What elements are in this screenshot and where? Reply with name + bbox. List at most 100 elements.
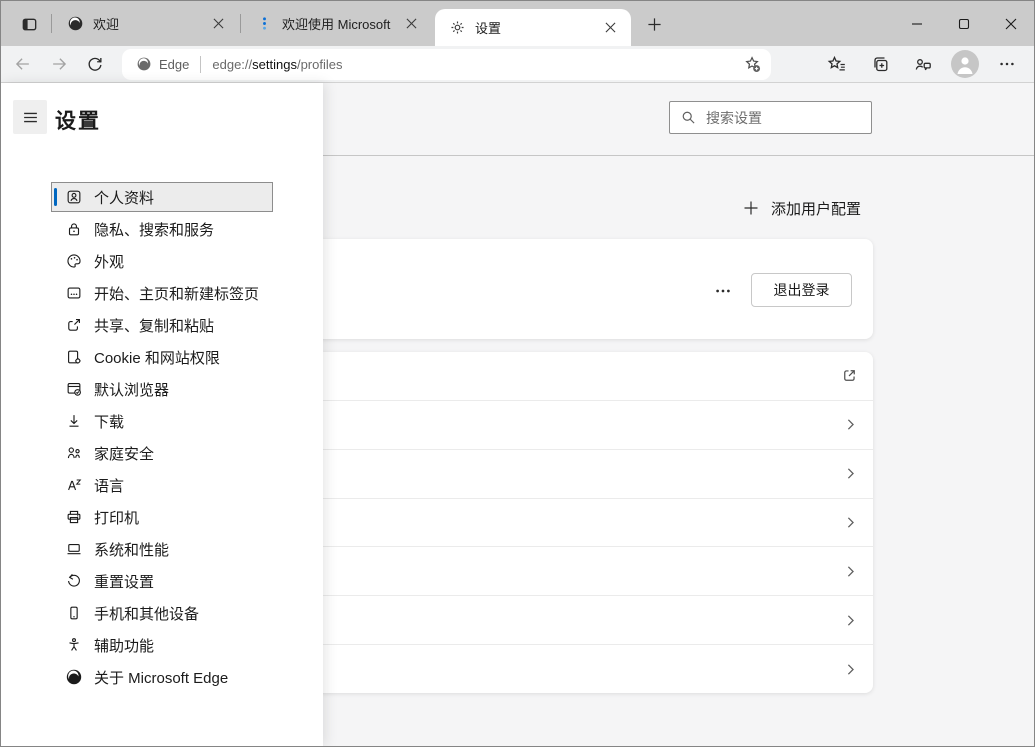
search-input[interactable] — [706, 110, 846, 126]
refresh-button[interactable] — [81, 50, 109, 78]
add-profile-button[interactable]: 添加用户配置 — [743, 193, 861, 223]
feedback-icon — [913, 54, 933, 74]
nav-item-printers[interactable]: 打印机 — [51, 502, 273, 532]
nav-item-label: Cookie 和网站权限 — [94, 347, 220, 368]
edge-logo-icon — [136, 56, 152, 72]
nav-item-label: 家庭安全 — [94, 443, 154, 464]
nav-item-label: 关于 Microsoft Edge — [94, 667, 228, 688]
nav-item-label: 共享、复制和粘贴 — [94, 315, 214, 336]
profile-avatar[interactable] — [951, 50, 979, 78]
hamburger-icon — [22, 109, 39, 126]
url-separator — [200, 56, 201, 73]
edge-logo-icon — [65, 668, 83, 686]
window-controls — [893, 1, 1034, 46]
settings-search[interactable] — [669, 101, 872, 134]
nav-item-label: 下载 — [94, 411, 124, 432]
collections-icon — [870, 54, 890, 74]
nav-item-label: 默认浏览器 — [94, 379, 169, 400]
minimize-button[interactable] — [893, 1, 940, 46]
back-button[interactable] — [9, 50, 37, 78]
accessibility-icon — [65, 636, 83, 654]
tab-settings[interactable]: 设置 — [435, 9, 631, 46]
feedback-button[interactable] — [908, 49, 938, 79]
tab-actions-button[interactable] — [13, 10, 45, 38]
tab-close-icon[interactable] — [207, 13, 229, 35]
site-badge-label: Edge — [159, 57, 189, 72]
language-icon — [65, 476, 83, 494]
tab-welcome-edge[interactable]: 欢迎使用 Microsoft Edge — [242, 1, 432, 46]
browser-window: 欢迎 欢迎使用 Microsoft Edge — [0, 0, 1035, 747]
nav-item-profiles[interactable]: 个人资料 — [51, 182, 273, 212]
close-window-button[interactable] — [987, 1, 1034, 46]
forward-icon — [50, 55, 68, 73]
start-page-icon — [65, 284, 83, 302]
list-item[interactable] — [301, 644, 873, 693]
menu-button[interactable] — [13, 100, 47, 134]
chevron-right-icon — [842, 416, 859, 433]
family-icon — [65, 444, 83, 462]
nav-item-label: 重置设置 — [94, 571, 154, 592]
nav-item-about-edge[interactable]: 关于 Microsoft Edge — [51, 662, 273, 692]
nav-item-family-safety[interactable]: 家庭安全 — [51, 438, 273, 468]
nav-item-label: 外观 — [94, 251, 124, 272]
list-item[interactable] — [301, 352, 873, 400]
nav-item-accessibility[interactable]: 辅助功能 — [51, 630, 273, 660]
tab-close-icon[interactable] — [400, 13, 422, 35]
gear-icon — [449, 19, 466, 36]
profile-more-button[interactable] — [705, 277, 741, 305]
more-menu-button[interactable] — [992, 49, 1022, 79]
nav-item-default-browser[interactable]: 默认浏览器 — [51, 374, 273, 404]
tab-title: 设置 — [475, 18, 591, 37]
nav-item-downloads[interactable]: 下载 — [51, 406, 273, 436]
search-icon — [680, 109, 697, 126]
list-item[interactable] — [301, 400, 873, 449]
favorites-button[interactable] — [822, 49, 852, 79]
star-add-icon — [743, 55, 762, 74]
nav-item-cookies-permissions[interactable]: Cookie 和网站权限 — [51, 342, 273, 372]
blue-dots-favicon — [256, 15, 273, 32]
add-profile-label: 添加用户配置 — [771, 198, 861, 219]
tab-separator — [51, 14, 52, 33]
workspaces-icon — [20, 15, 39, 34]
nav-item-reset-settings[interactable]: 重置设置 — [51, 566, 273, 596]
nav-item-privacy[interactable]: 隐私、搜索和服务 — [51, 214, 273, 244]
profile-card: 退出登录 — [301, 239, 873, 339]
nav-item-label: 个人资料 — [94, 187, 154, 208]
nav-item-start-home-newtab[interactable]: 开始、主页和新建标签页 — [51, 278, 273, 308]
nav-item-system-performance[interactable]: 系统和性能 — [51, 534, 273, 564]
tab-close-icon[interactable] — [599, 17, 621, 39]
profile-options-card — [301, 352, 873, 693]
tab-title: 欢迎 — [93, 14, 199, 33]
selected-accent-bar — [54, 188, 57, 206]
nav-item-phone-devices[interactable]: 手机和其他设备 — [51, 598, 273, 628]
nav-item-languages[interactable]: 语言 — [51, 470, 273, 500]
nav-item-share-copy-paste[interactable]: 共享、复制和粘贴 — [51, 310, 273, 340]
new-tab-button[interactable] — [639, 10, 669, 38]
forward-button[interactable] — [45, 50, 73, 78]
plus-icon — [647, 17, 662, 32]
tab-strip: 欢迎 欢迎使用 Microsoft Edge — [1, 1, 1034, 46]
palette-icon — [65, 252, 83, 270]
list-item[interactable] — [301, 449, 873, 498]
list-item[interactable] — [301, 546, 873, 595]
lock-icon — [65, 220, 83, 238]
back-icon — [14, 55, 32, 73]
cookie-permissions-icon — [65, 348, 83, 366]
nav-item-label: 隐私、搜索和服务 — [94, 219, 214, 240]
chevron-right-icon — [842, 612, 859, 629]
maximize-button[interactable] — [940, 1, 987, 46]
url-suffix: /profiles — [297, 57, 343, 72]
list-item[interactable] — [301, 595, 873, 644]
tab-welcome[interactable]: 欢迎 — [53, 1, 239, 46]
add-favorite-button[interactable] — [737, 51, 767, 78]
list-item[interactable] — [301, 498, 873, 547]
site-badge: Edge — [136, 56, 189, 72]
nav-item-label: 开始、主页和新建标签页 — [94, 283, 259, 304]
address-bar[interactable]: Edge edge://settings/profiles — [122, 49, 771, 80]
chevron-right-icon — [842, 514, 859, 531]
collections-button[interactable] — [865, 49, 895, 79]
sign-out-button[interactable]: 退出登录 — [751, 273, 852, 307]
url-prefix: edge:// — [212, 57, 252, 72]
nav-item-label: 手机和其他设备 — [94, 603, 199, 624]
nav-item-appearance[interactable]: 外观 — [51, 246, 273, 276]
